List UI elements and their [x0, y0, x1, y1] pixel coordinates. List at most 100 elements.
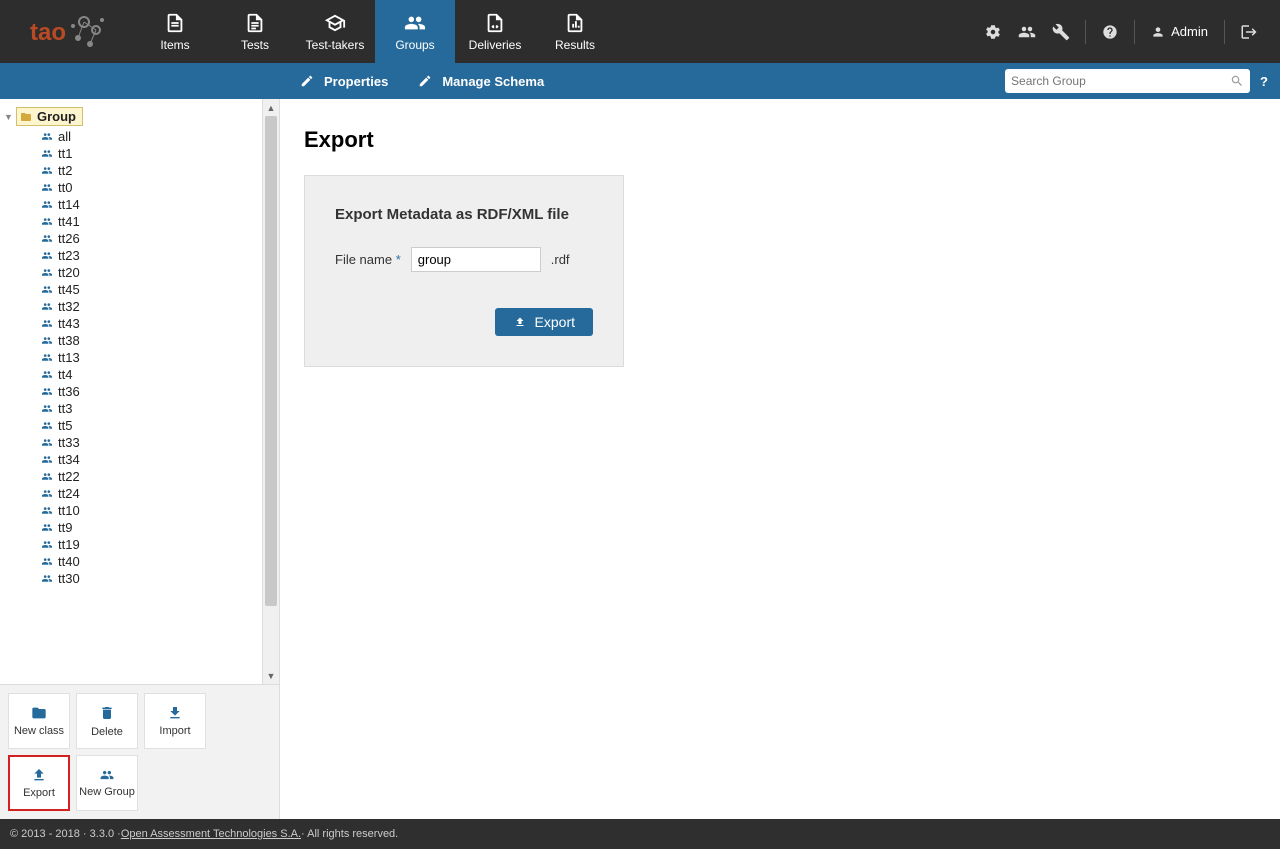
tree-item[interactable]: tt38	[4, 332, 258, 349]
tree-item[interactable]: tt0	[4, 179, 258, 196]
tree-item[interactable]: tt26	[4, 230, 258, 247]
group-icon	[40, 505, 54, 516]
user-menu[interactable]: Admin	[1143, 24, 1216, 39]
logo[interactable]: tao	[0, 0, 135, 63]
users-icon[interactable]	[1011, 14, 1043, 50]
properties-action[interactable]: Properties	[300, 74, 388, 89]
group-icon	[98, 768, 116, 782]
file-name-input[interactable]	[411, 247, 541, 272]
tree-item[interactable]: tt4	[4, 366, 258, 383]
export-icon	[30, 767, 48, 783]
nav-tab-results[interactable]: Results	[535, 0, 615, 63]
nav-tab-deliveries[interactable]: Deliveries	[455, 0, 535, 63]
group-icon	[40, 352, 54, 363]
tree: ▼ Group alltt1tt2tt0tt14tt41tt26tt23tt20…	[0, 99, 262, 684]
group-icon	[40, 454, 54, 465]
help-icon[interactable]	[1094, 14, 1126, 50]
tree-root[interactable]: ▼ Group	[4, 105, 258, 128]
group-icon	[40, 250, 54, 261]
nav-tab-tests[interactable]: Tests	[215, 0, 295, 63]
group-icon	[40, 335, 54, 346]
nav-tab-icon	[164, 12, 186, 34]
scroll-up-icon[interactable]: ▲	[263, 99, 279, 116]
tree-item[interactable]: tt2	[4, 162, 258, 179]
footer: © 2013 - 2018 · 3.3.0 · Open Assessment …	[0, 819, 1280, 849]
group-icon	[40, 148, 54, 159]
caret-down-icon[interactable]: ▼	[4, 112, 14, 122]
tree-item[interactable]: tt41	[4, 213, 258, 230]
group-icon	[40, 369, 54, 380]
export-button[interactable]: Export	[8, 755, 70, 811]
search-box[interactable]	[1005, 69, 1250, 93]
file-name-label: File name *	[335, 252, 401, 267]
trash-icon	[99, 704, 115, 722]
tree-item[interactable]: tt45	[4, 281, 258, 298]
import-button[interactable]: Import	[144, 693, 206, 749]
tree-item[interactable]: tt5	[4, 417, 258, 434]
tree-item[interactable]: tt30	[4, 570, 258, 587]
nav-right: Admin	[977, 0, 1280, 63]
tree-item[interactable]: tt13	[4, 349, 258, 366]
folder-icon	[30, 705, 48, 721]
new-class-button[interactable]: New class	[8, 693, 70, 749]
scroll-thumb[interactable]	[265, 116, 277, 606]
search-icon[interactable]	[1230, 74, 1244, 88]
group-icon	[40, 403, 54, 414]
group-icon	[40, 199, 54, 210]
group-icon	[40, 284, 54, 295]
group-icon	[40, 216, 54, 227]
new-group-button[interactable]: New Group	[76, 755, 138, 811]
group-icon	[40, 522, 54, 533]
tree-item[interactable]: tt24	[4, 485, 258, 502]
nav-tab-groups[interactable]: Groups	[375, 0, 455, 63]
tree-item[interactable]: tt10	[4, 502, 258, 519]
tools-icon[interactable]	[1045, 14, 1077, 50]
tree-item[interactable]: tt33	[4, 434, 258, 451]
search-input[interactable]	[1011, 74, 1230, 88]
file-ext: .rdf	[551, 252, 570, 267]
main-content: Export Export Metadata as RDF/XML file F…	[280, 99, 1280, 819]
sub-bar: Properties Manage Schema ?	[0, 63, 1280, 99]
export-panel: Export Metadata as RDF/XML file File nam…	[304, 175, 624, 367]
manage-schema-action[interactable]: Manage Schema	[418, 74, 544, 89]
group-icon	[40, 573, 54, 584]
delete-button[interactable]: Delete	[76, 693, 138, 749]
tree-item[interactable]: tt32	[4, 298, 258, 315]
nav-tab-icon	[564, 12, 586, 34]
group-icon	[40, 420, 54, 431]
tree-item[interactable]: tt22	[4, 468, 258, 485]
tree-scrollbar[interactable]: ▲ ▼	[262, 99, 279, 684]
search-help-icon[interactable]: ?	[1260, 74, 1268, 89]
export-submit-button[interactable]: Export	[495, 308, 593, 336]
settings-icon[interactable]	[977, 14, 1009, 50]
group-icon	[40, 182, 54, 193]
tree-item[interactable]: tt40	[4, 553, 258, 570]
tree-item[interactable]: tt3	[4, 400, 258, 417]
tree-item[interactable]: tt9	[4, 519, 258, 536]
group-icon	[40, 556, 54, 567]
nav-tab-icon	[484, 12, 506, 34]
import-icon	[166, 705, 184, 721]
tree-item[interactable]: all	[4, 128, 258, 145]
tree-item[interactable]: tt23	[4, 247, 258, 264]
tree-item[interactable]: tt14	[4, 196, 258, 213]
nav-tab-items[interactable]: Items	[135, 0, 215, 63]
user-name: Admin	[1171, 24, 1208, 39]
nav-tab-icon	[244, 12, 266, 34]
page-title: Export	[304, 127, 1256, 153]
logout-icon[interactable]	[1233, 14, 1265, 50]
group-icon	[40, 267, 54, 278]
tree-item[interactable]: tt20	[4, 264, 258, 281]
tree-item[interactable]: tt43	[4, 315, 258, 332]
nav-tab-test-takers[interactable]: Test-takers	[295, 0, 375, 63]
group-icon	[40, 131, 54, 142]
tree-item[interactable]: tt19	[4, 536, 258, 553]
footer-link[interactable]: Open Assessment Technologies S.A.	[121, 828, 301, 840]
scroll-down-icon[interactable]: ▼	[263, 667, 279, 684]
group-icon	[40, 233, 54, 244]
group-icon	[40, 488, 54, 499]
tree-item[interactable]: tt1	[4, 145, 258, 162]
tree-item[interactable]: tt36	[4, 383, 258, 400]
tree-item[interactable]: tt34	[4, 451, 258, 468]
group-icon	[40, 539, 54, 550]
